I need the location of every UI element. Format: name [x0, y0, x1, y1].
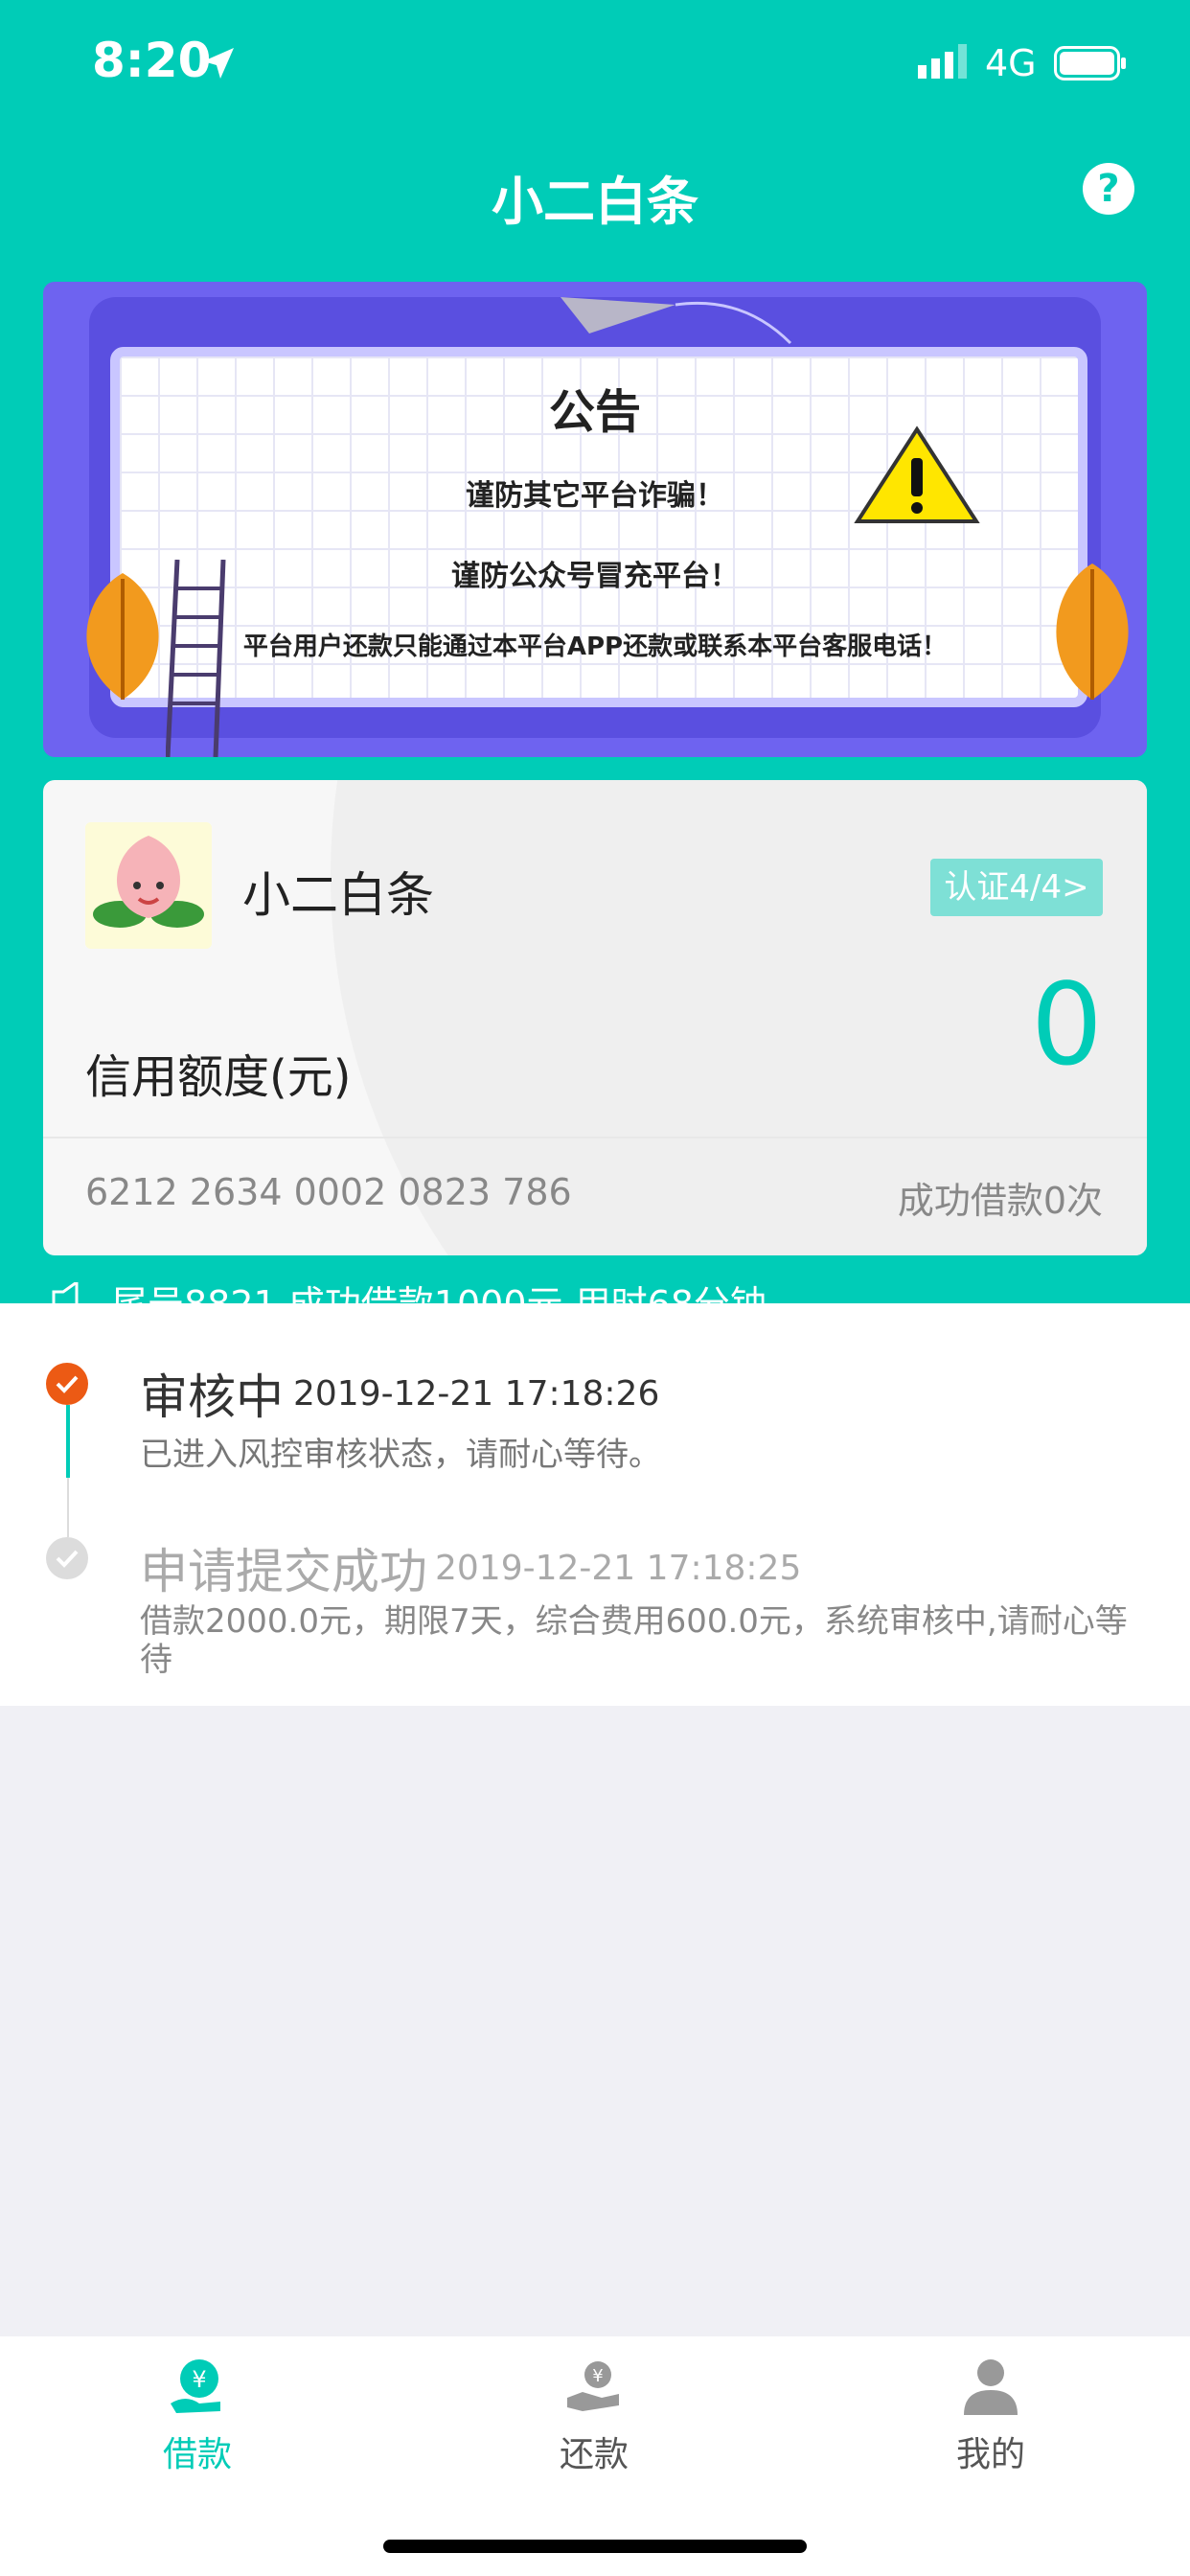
- svg-text:¥: ¥: [592, 2366, 603, 2386]
- signal-icon: [918, 44, 967, 79]
- timeline-connector: [67, 1478, 69, 1537]
- credit-amount: 0: [1030, 958, 1103, 1091]
- step-2-status: 申请提交成功: [140, 1544, 427, 1599]
- loan-timeline: 审核中 2019-12-21 17:18:26 已进入风控审核状态，请耐心等待。…: [0, 1303, 1190, 1706]
- ladder-icon: [166, 560, 226, 757]
- tab-loan[interactable]: ¥ 借款: [73, 2356, 322, 2518]
- announcement-ticker: 尾号8821 成功借款1000元 用时68分钟: [0, 1271, 1190, 1303]
- banner-line-1: 谨防其它平台诈骗！: [466, 479, 724, 513]
- speaker-icon: [52, 1282, 79, 1303]
- tab-profile-label: 我的: [955, 2435, 1025, 2474]
- svg-text:¥: ¥: [192, 2366, 206, 2393]
- battery-icon: [1054, 46, 1126, 80]
- credit-label: 信用额度(元): [85, 1050, 352, 1104]
- verification-badge[interactable]: 认证4/4>: [930, 859, 1103, 916]
- network-type: 4G: [985, 42, 1037, 84]
- step-2-time: 2019-12-21 17:18:25: [435, 1549, 802, 1588]
- timeline-connector-active: [66, 1405, 70, 1478]
- step-1-time: 2019-12-21 17:18:26: [293, 1374, 660, 1414]
- loan-icon: ¥: [171, 2359, 220, 2413]
- leaf-right-icon: [1056, 564, 1129, 700]
- card-number: 6212 2634 0002 0823 786: [85, 1171, 572, 1213]
- status-bar: 8:20 4G: [0, 0, 1190, 129]
- step-2-desc: 借款2000.0元，期限7天，综合费用600.0元，系统审核中,请耐心等待: [140, 1602, 1128, 1679]
- tab-loan-label: 借款: [162, 2435, 232, 2474]
- repay-icon: ¥: [567, 2361, 619, 2411]
- credit-card[interactable]: 小二白条 认证4/4> 0 信用额度(元) 6212 2634 0002 082…: [43, 780, 1147, 1255]
- step-1-desc: 已进入风控审核状态，请耐心等待。: [140, 1436, 661, 1474]
- active-step-check-icon: [46, 1363, 88, 1405]
- leaf-left-icon: [86, 573, 159, 700]
- help-icon[interactable]: ?: [1083, 163, 1134, 215]
- banner-title: 公告: [548, 385, 641, 439]
- completed-step-check-icon: [46, 1537, 88, 1579]
- home-indicator: [383, 2540, 807, 2553]
- card-app-name: 小二白条: [242, 867, 434, 923]
- tab-repay-label: 还款: [559, 2435, 629, 2474]
- step-1-status: 审核中: [140, 1369, 284, 1425]
- announcement-banner[interactable]: 公告 谨防其它平台诈骗！ 谨防公众号冒充平台！ 平台用户还款只能通过本平台APP…: [43, 282, 1147, 757]
- warning-icon: [854, 426, 980, 523]
- profile-icon: [964, 2359, 1018, 2415]
- loan-count: 成功借款0次: [897, 1180, 1103, 1222]
- location-arrow-icon: [203, 48, 234, 79]
- tab-repay[interactable]: ¥ 还款: [469, 2356, 719, 2518]
- app-logo: [85, 822, 212, 949]
- card-divider: [43, 1137, 1147, 1138]
- status-time: 8:20: [92, 33, 212, 88]
- ticker-text: 尾号8821 成功借款1000元 用时68分钟: [111, 1275, 767, 1303]
- paper-plane-icon: [561, 297, 792, 345]
- page-title: 小二白条: [492, 172, 698, 232]
- tab-profile[interactable]: 我的: [866, 2356, 1115, 2518]
